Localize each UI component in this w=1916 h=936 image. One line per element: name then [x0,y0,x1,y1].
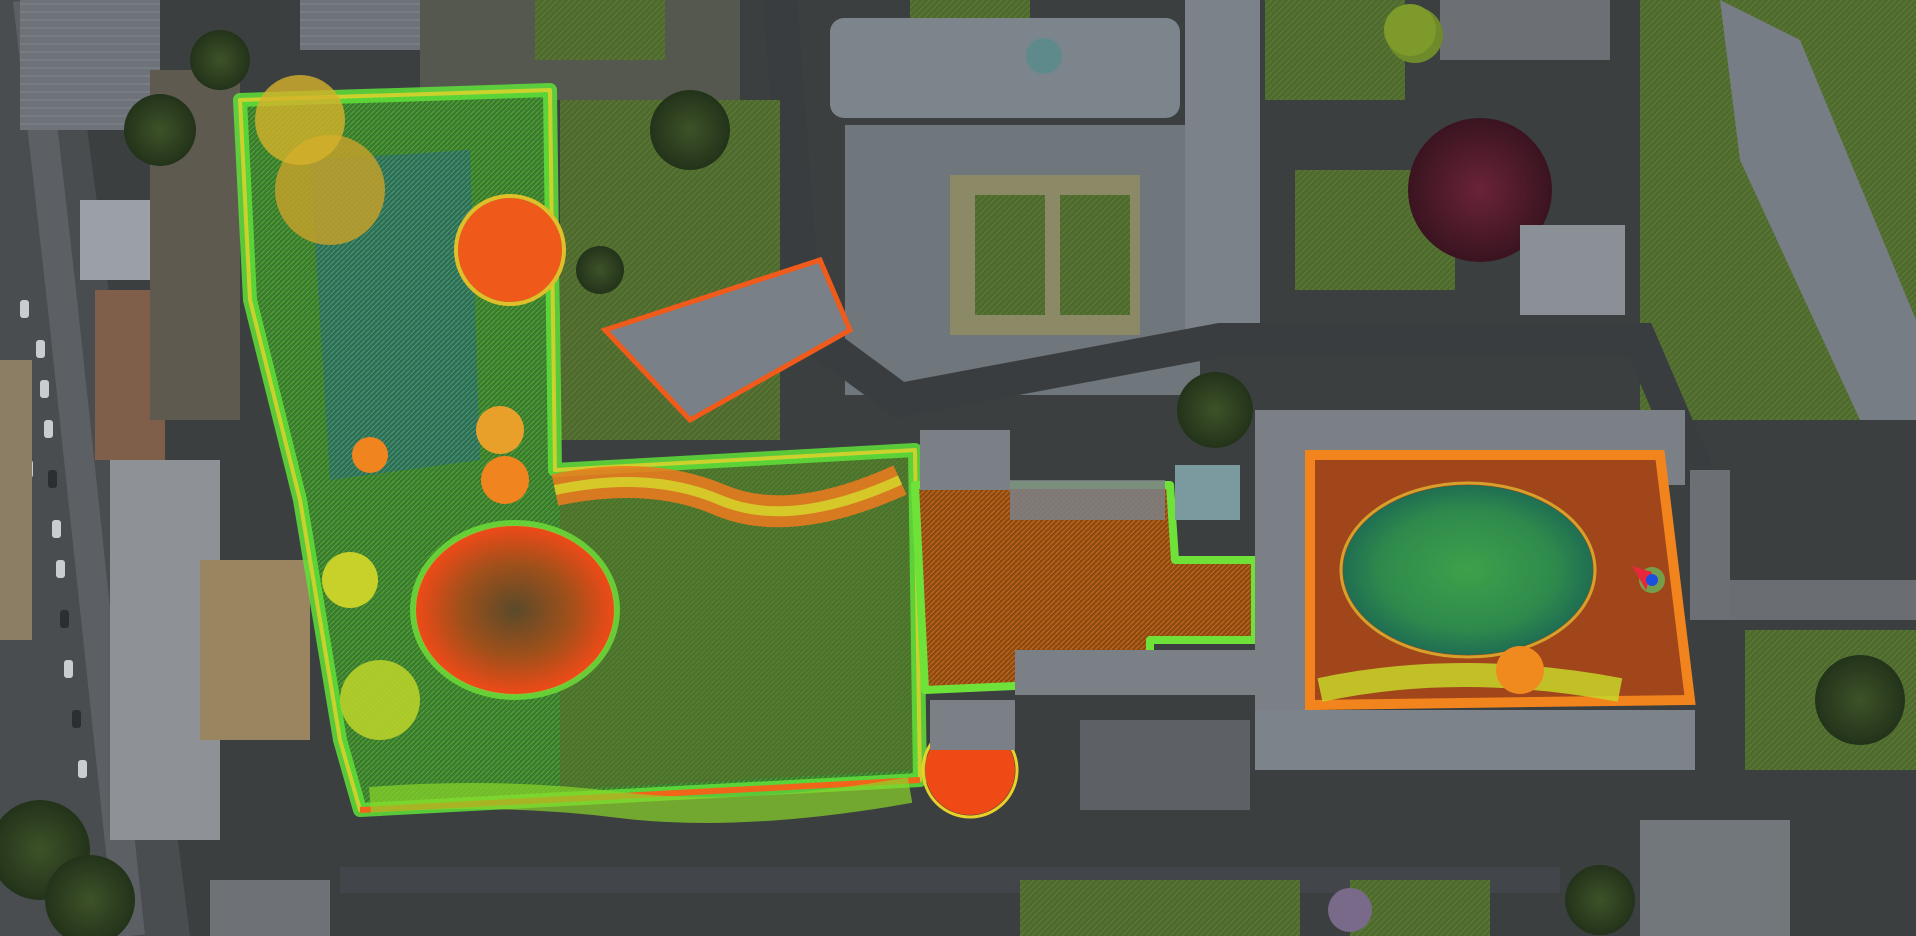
scan-oval-lawn [1343,485,1593,655]
sensor-dot [1646,574,1658,586]
aerial-map[interactable] [0,0,1916,936]
